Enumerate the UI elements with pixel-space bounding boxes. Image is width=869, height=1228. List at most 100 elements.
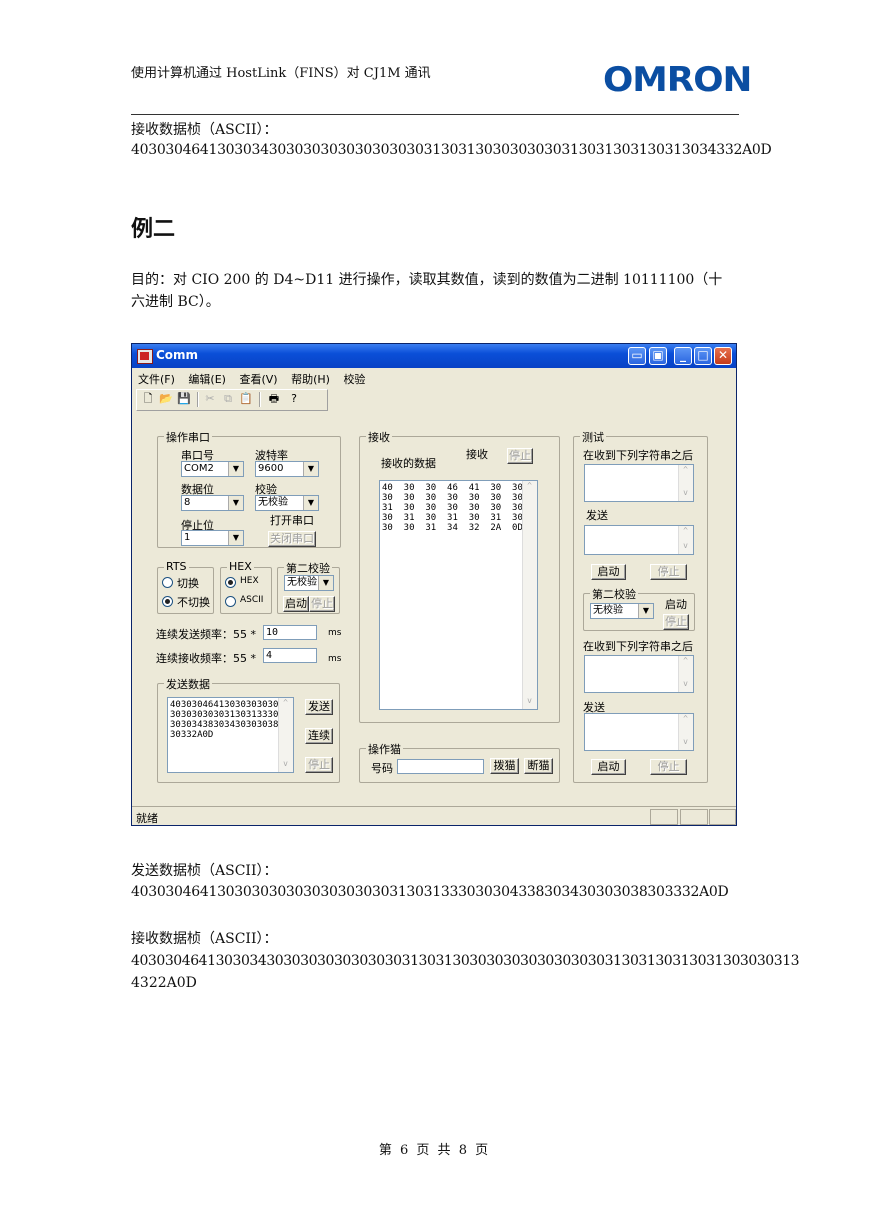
open-folder-icon[interactable]: 📂 (159, 392, 173, 406)
send-frame-label: 发送数据桢（ASCII）： (131, 863, 278, 879)
databits-select[interactable]: 8 ▼ (181, 495, 244, 511)
cut-icon[interactable]: ✂ (203, 392, 217, 406)
recv-freq-input[interactable]: 4 (263, 648, 317, 663)
received-data-textarea[interactable]: 40 30 30 46 41 30 30 34 30 30 30 30 30 3… (379, 480, 538, 710)
tile-icon[interactable]: ▣ (649, 347, 667, 365)
send-line: 30332A0D (170, 730, 214, 740)
chevron-down-icon: ▼ (638, 604, 653, 618)
send-string-input-2[interactable] (584, 713, 694, 751)
second-check-stop-button[interactable]: 停止 (309, 596, 335, 612)
receive-button[interactable]: 接收 (464, 448, 490, 464)
phone-input[interactable] (397, 759, 484, 774)
scrollbar[interactable] (678, 526, 693, 554)
scrollbar[interactable] (678, 714, 693, 750)
chevron-down-icon: ▼ (228, 496, 243, 510)
purpose-line-2: 六进制 BC）。 (131, 294, 220, 310)
send-frame-data: 4030304641303030303030303030303130313330… (131, 884, 729, 900)
test-check-stop-button[interactable]: 停止 (663, 614, 689, 630)
status-text: 就绪 (136, 812, 158, 825)
menu-edit[interactable]: 编辑(E) (188, 373, 226, 386)
maximize-button[interactable]: □ (694, 347, 712, 365)
window-titlebar[interactable]: Comm ▭ ▣ _ □ ✕ (132, 344, 736, 368)
status-panel (680, 809, 708, 825)
receive-scrollbar[interactable] (522, 481, 537, 709)
help-icon[interactable]: ? (287, 392, 301, 406)
receive-frame-data-2-cont: 4322A0D (131, 975, 197, 991)
recv-line: 30 31 30 31 30 31 30 31 30 (382, 513, 537, 523)
serial-port-caption: 操作串口 (164, 429, 212, 445)
parity-value: 无校验 (258, 497, 288, 508)
stopbits-select[interactable]: 1 ▼ (181, 530, 244, 546)
purpose-line-1: 目的：对 CIO 200 的 D4~D11 进行操作，读取其数值，读到的数值为二… (131, 272, 723, 288)
send-freq-input[interactable]: 10 (263, 625, 317, 640)
send-data-textarea[interactable]: 40303046413030303030 3030303030313031333… (167, 697, 294, 773)
menu-check[interactable]: 校验 (343, 373, 365, 386)
page-number: 第 6 页 共 8 页 (378, 1143, 491, 1158)
port-value: COM2 (184, 463, 214, 474)
trigger-string-input-1[interactable] (584, 464, 694, 502)
phone-label: 号码 (371, 762, 393, 775)
send-line: 30303438303430303038 (170, 720, 279, 730)
test-stop-button-1[interactable]: 停止 (650, 564, 687, 580)
open-port-button[interactable]: 打开串口 (268, 514, 316, 530)
test-start-button-2[interactable]: 启动 (591, 759, 626, 775)
copy-icon[interactable]: ⧉ (221, 392, 235, 406)
scrollbar[interactable] (678, 656, 693, 692)
new-file-icon[interactable]: 🗋 (141, 392, 155, 406)
menu-view[interactable]: 查看(V) (239, 373, 277, 386)
send-line: 40303046413030303030 (170, 700, 279, 710)
rts-switch-radio[interactable] (162, 577, 173, 588)
test-second-check-select[interactable]: 无校验 ▼ (590, 603, 654, 619)
document-header-title: 使用计算机通过 HostLink（FINS）对 CJ1M 通讯 (131, 66, 431, 81)
test-check-start-button[interactable]: 启动 (663, 598, 689, 614)
second-check-value: 无校验 (287, 577, 317, 588)
hex-group: HEX HEX ASCII (220, 560, 272, 614)
test-group: 测试 在收到下列字符串之后 发送 启动 停止 第二校验 无校验 ▼ 启动 停止 在… (573, 429, 708, 783)
receive-caption: 接收 (366, 429, 392, 445)
send-button[interactable]: 发送 (305, 699, 333, 715)
menu-help[interactable]: 帮助(H) (291, 373, 330, 386)
close-port-button[interactable]: 关闭串口 (268, 531, 316, 547)
second-check-group: 第二校验 无校验 ▼ 启动 停止 (277, 560, 340, 614)
restore-layout-icon[interactable]: ▭ (628, 347, 646, 365)
scrollbar[interactable] (678, 465, 693, 501)
recv-line: 31 30 30 30 30 30 30 30 30 (382, 503, 537, 513)
recv-freq-unit: ms (328, 654, 342, 664)
receive-frame-label-2: 接收数据桢（ASCII）： (131, 931, 278, 947)
menu-bar: 文件(F) 编辑(E) 查看(V) 帮助(H) 校验 (138, 371, 375, 387)
window-title: Comm (156, 348, 199, 362)
after-string-label-1: 在收到下列字符串之后 (583, 449, 693, 462)
test-start-button-1[interactable]: 启动 (591, 564, 626, 580)
save-icon[interactable]: 💾 (177, 392, 191, 406)
receive-stop-button[interactable]: 停止 (507, 448, 533, 464)
minimize-button[interactable]: _ (674, 347, 692, 365)
second-check-start-button[interactable]: 启动 (283, 596, 309, 612)
ascii-radio[interactable] (225, 596, 236, 607)
test-stop-button-2[interactable]: 停止 (650, 759, 687, 775)
print-icon[interactable]: 🖶 (267, 392, 281, 406)
databits-value: 8 (184, 497, 191, 508)
send-string-input-1[interactable] (584, 525, 694, 555)
parity-select[interactable]: 无校验 ▼ (255, 495, 319, 511)
stopbits-value: 1 (184, 532, 191, 543)
serial-port-group: 操作串口 串口号 COM2 ▼ 波特率 9600 ▼ 数据位 8 ▼ 校验 无校验 ▼ … (157, 429, 341, 548)
trigger-string-input-2[interactable] (584, 655, 694, 693)
port-select[interactable]: COM2 ▼ (181, 461, 244, 477)
second-check-caption: 第二校验 (284, 560, 332, 576)
second-check-select[interactable]: 无校验 ▼ (284, 575, 334, 591)
rts-noswitch-radio[interactable] (162, 596, 173, 607)
dial-button[interactable]: 拨猫 (490, 758, 519, 774)
menu-file[interactable]: 文件(F) (138, 373, 175, 386)
paste-icon[interactable]: 📋 (239, 392, 253, 406)
send-freq-label: 连续发送频率：55 * (156, 628, 256, 641)
rts-switch-label: 切换 (177, 577, 199, 590)
hangup-button[interactable]: 断猫 (524, 758, 553, 774)
toolbar: 🗋 📂 💾 ✂ ⧉ 📋 🖶 ? (136, 389, 328, 411)
baud-select[interactable]: 9600 ▼ (255, 461, 319, 477)
hex-radio[interactable] (225, 577, 236, 588)
close-button[interactable]: ✕ (714, 347, 732, 365)
receive-frame-data-2: 4030304641303034303030303030303031303130… (131, 953, 800, 969)
send-scrollbar[interactable] (278, 698, 293, 772)
send-stop-button[interactable]: 停止 (305, 757, 333, 773)
continuous-button[interactable]: 连续 (305, 728, 333, 744)
